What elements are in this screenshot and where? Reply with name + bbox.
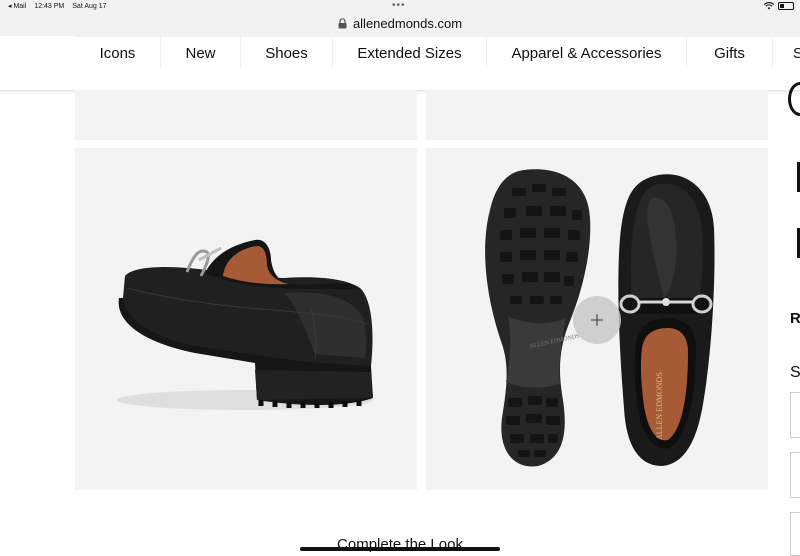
brand-logo-partial — [788, 82, 800, 116]
home-indicator[interactable] — [300, 547, 500, 551]
size-option-partial[interactable] — [790, 392, 800, 438]
product-image-tile[interactable] — [426, 90, 768, 140]
multitask-dots[interactable]: ••• — [392, 0, 406, 11]
loafer-rear-view-image — [117, 239, 373, 410]
nav-item-extended-sizes[interactable]: Extended Sizes — [333, 37, 487, 69]
status-right — [764, 2, 794, 10]
nav-item-new[interactable]: New — [161, 37, 241, 69]
browser-chrome: ◂ Mail 12:43 PM Sat Aug 17 ••• allenedmo… — [0, 0, 800, 36]
nav-item-apparel-accessories[interactable]: Apparel & Accessories — [487, 37, 687, 69]
nav-menu: Icons New Shoes Extended Sizes Apparel &… — [75, 36, 800, 69]
product-image-side-rear[interactable] — [75, 148, 417, 490]
size-option-partial[interactable] — [790, 452, 800, 498]
nav-item-icons[interactable]: Icons — [75, 37, 161, 69]
nav-item-partial[interactable]: S — [773, 37, 800, 69]
url-bar[interactable]: allenedmonds.com — [0, 12, 800, 34]
zoom-button[interactable] — [573, 296, 621, 344]
main-navigation: Icons New Shoes Extended Sizes Apparel &… — [0, 36, 800, 91]
wifi-icon — [764, 2, 774, 10]
insole-brand-stamp: ALLEN EDMONDS — [655, 372, 664, 440]
status-date: Sat Aug 17 — [72, 2, 107, 10]
status-left: ◂ Mail 12:43 PM Sat Aug 17 — [8, 2, 107, 11]
product-image-tile[interactable] — [75, 90, 417, 140]
nav-item-gifts[interactable]: Gifts — [687, 37, 773, 69]
battery-icon — [778, 2, 794, 10]
size-option-partial[interactable] — [790, 512, 800, 556]
back-to-mail-link[interactable]: ◂ Mail — [8, 2, 26, 10]
lock-icon — [338, 18, 347, 29]
plus-icon — [591, 314, 603, 326]
status-time: 12:43 PM — [34, 2, 65, 10]
nav-item-shoes[interactable]: Shoes — [241, 37, 333, 69]
partial-heading: R — [790, 310, 800, 327]
partial-size-label: S — [790, 364, 800, 381]
url-domain: allenedmonds.com — [352, 15, 463, 31]
